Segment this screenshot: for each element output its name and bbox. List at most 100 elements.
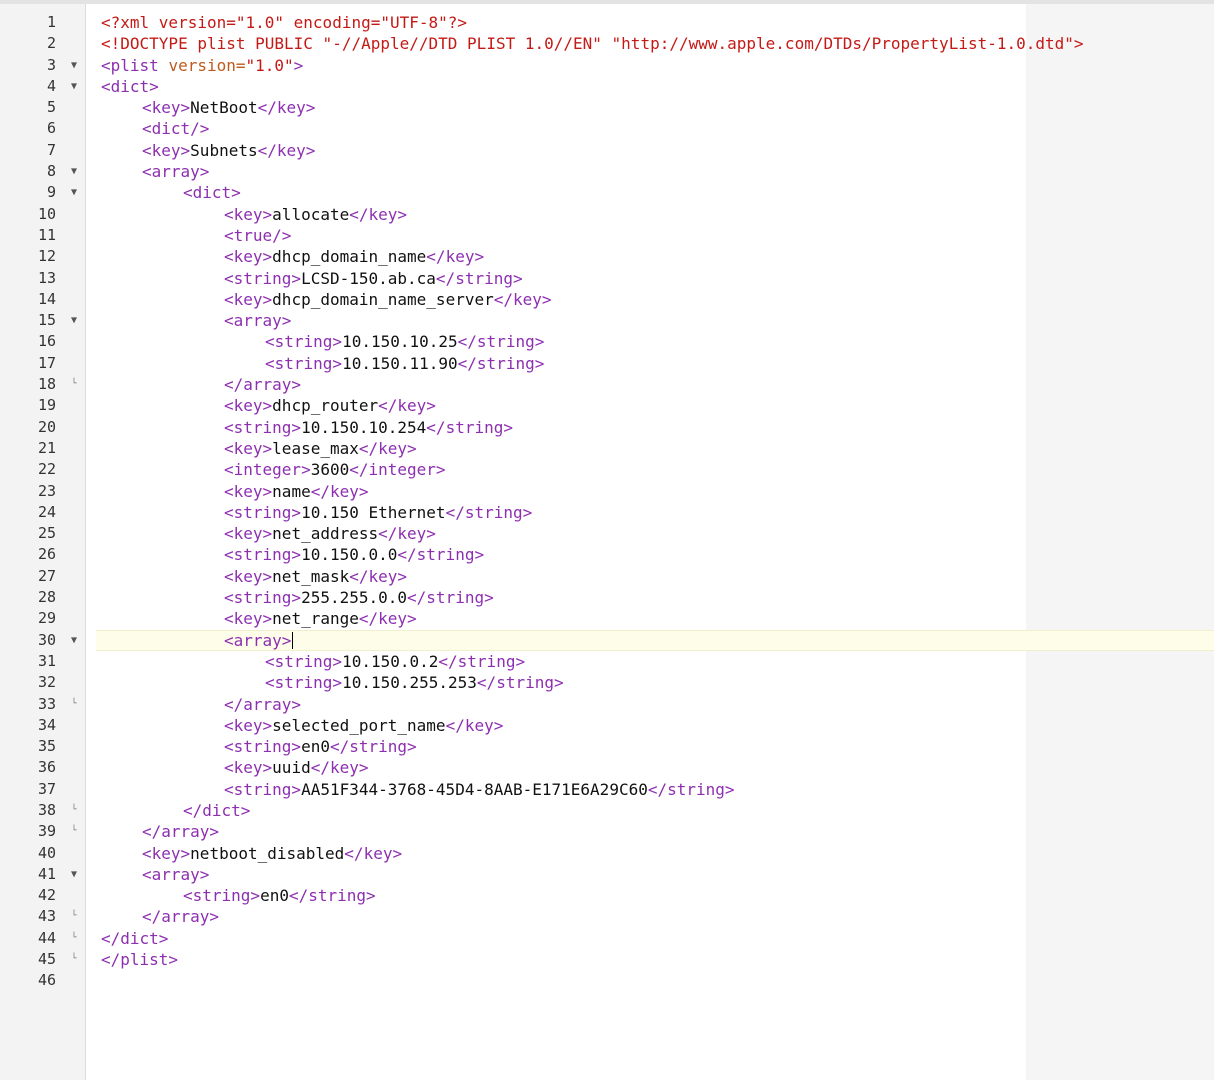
code-text[interactable]: <array>	[224, 310, 291, 331]
code-text[interactable]: <string>10.150 Ethernet</string>	[224, 502, 532, 523]
code-line[interactable]: 28 <string>255.255.0.0</string>	[0, 587, 1214, 608]
code-text[interactable]: <string>10.150.0.0</string>	[224, 544, 484, 565]
code-line[interactable]: 1 <?xml version="1.0" encoding="UTF-8"?>	[0, 12, 1214, 33]
fold-triangle-icon[interactable]: ▼	[66, 182, 82, 203]
code-line[interactable]: 16 <string>10.150.10.25</string>	[0, 331, 1214, 352]
code-text[interactable]: <string>AA51F344-3768-45D4-8AAB-E171E6A2…	[224, 779, 735, 800]
code-text[interactable]: <true/>	[224, 225, 291, 246]
code-text[interactable]: </dict>	[183, 800, 250, 821]
code-line[interactable]: 23 <key>name</key>	[0, 481, 1214, 502]
code-text[interactable]: <key>dhcp_router</key>	[224, 395, 436, 416]
code-line[interactable]: 43 └ </array>	[0, 906, 1214, 927]
code-text[interactable]: <dict>	[101, 76, 159, 97]
code-line[interactable]: 46	[0, 970, 1214, 991]
code-text[interactable]: <integer>3600</integer>	[224, 459, 446, 480]
code-text[interactable]: <string>LCSD-150.ab.ca</string>	[224, 268, 523, 289]
code-token: 10.150.0.0	[301, 545, 398, 565]
code-line[interactable]: 31 <string>10.150.0.2</string>	[0, 651, 1214, 672]
code-line[interactable]: 6 <dict/>	[0, 118, 1214, 139]
fold-triangle-icon[interactable]: ▼	[66, 55, 82, 76]
code-line[interactable]: 27 <key>net_mask</key>	[0, 566, 1214, 587]
code-text[interactable]: <key>selected_port_name</key>	[224, 715, 503, 736]
code-line[interactable]: 30 ▼ <array>	[0, 629, 1214, 652]
code-line[interactable]: 29 <key>net_range</key>	[0, 608, 1214, 629]
code-text[interactable]: <string>10.150.255.253</string>	[265, 672, 564, 693]
code-text[interactable]: <key>allocate</key>	[224, 204, 407, 225]
code-line[interactable]: 24 <string>10.150 Ethernet</string>	[0, 502, 1214, 523]
code-text[interactable]: <key>net_mask</key>	[224, 566, 407, 587]
code-text[interactable]: <key>Subnets</key>	[142, 140, 315, 161]
code-line[interactable]: 14 <key>dhcp_domain_name_server</key>	[0, 289, 1214, 310]
code-line[interactable]: 19 <key>dhcp_router</key>	[0, 395, 1214, 416]
code-text[interactable]: </dict>	[101, 928, 168, 949]
code-line[interactable]: 32 <string>10.150.255.253</string>	[0, 672, 1214, 693]
code-line[interactable]: 41 ▼ <array>	[0, 864, 1214, 885]
code-text[interactable]: <string>10.150.11.90</string>	[265, 353, 544, 374]
code-text[interactable]: <key>dhcp_domain_name</key>	[224, 246, 484, 267]
code-line[interactable]: 11 <true/>	[0, 225, 1214, 246]
code-text[interactable]: <!DOCTYPE plist PUBLIC "-//Apple//DTD PL…	[101, 33, 1084, 54]
code-line[interactable]: 34 <key>selected_port_name</key>	[0, 715, 1214, 736]
code-text[interactable]: <key>uuid</key>	[224, 757, 369, 778]
code-text[interactable]: </plist>	[101, 949, 178, 970]
code-line[interactable]: 44 └ </dict>	[0, 928, 1214, 949]
code-line[interactable]: 12 <key>dhcp_domain_name</key>	[0, 246, 1214, 267]
code-text[interactable]: <key>NetBoot</key>	[142, 97, 315, 118]
code-line[interactable]: 22 <integer>3600</integer>	[0, 459, 1214, 480]
code-line[interactable]: 38 └ </dict>	[0, 800, 1214, 821]
code-line[interactable]: 4 ▼ <dict>	[0, 76, 1214, 97]
code-line[interactable]: 20 <string>10.150.10.254</string>	[0, 417, 1214, 438]
code-line[interactable]: 13 <string>LCSD-150.ab.ca</string>	[0, 268, 1214, 289]
code-line[interactable]: 17 <string>10.150.11.90</string>	[0, 353, 1214, 374]
code-text[interactable]: </array>	[142, 906, 219, 927]
code-line[interactable]: 39 └ </array>	[0, 821, 1214, 842]
code-line[interactable]: 40 <key>netboot_disabled</key>	[0, 843, 1214, 864]
fold-triangle-icon[interactable]: ▼	[66, 76, 82, 97]
code-text[interactable]: <?xml version="1.0" encoding="UTF-8"?>	[101, 12, 467, 33]
code-text[interactable]: <array>	[142, 161, 209, 182]
code-text[interactable]: <string>10.150.0.2</string>	[265, 651, 525, 672]
fold-triangle-icon[interactable]: ▼	[66, 630, 82, 651]
code-text[interactable]: <key>net_range</key>	[224, 608, 417, 629]
code-text[interactable]: <key>netboot_disabled</key>	[142, 843, 402, 864]
code-text[interactable]: <key>lease_max</key>	[224, 438, 417, 459]
code-text[interactable]: </array>	[142, 821, 219, 842]
code-line[interactable]: 15 ▼ <array>	[0, 310, 1214, 331]
code-text[interactable]: <dict/>	[142, 118, 209, 139]
code-text[interactable]: <array>	[224, 630, 294, 651]
code-text[interactable]: </array>	[224, 694, 301, 715]
code-line[interactable]: 45 └ </plist>	[0, 949, 1214, 970]
code-text[interactable]: <key>name</key>	[224, 481, 369, 502]
code-text[interactable]: <key>net_address</key>	[224, 523, 436, 544]
code-line[interactable]: 36 <key>uuid</key>	[0, 757, 1214, 778]
code-line[interactable]: 8 ▼ <array>	[0, 161, 1214, 182]
code-line[interactable]: 7 <key>Subnets</key>	[0, 140, 1214, 161]
code-text[interactable]: <string>255.255.0.0</string>	[224, 587, 494, 608]
code-text[interactable]: <plist version="1.0">	[101, 55, 303, 76]
code-text[interactable]: <key>dhcp_domain_name_server</key>	[224, 289, 552, 310]
code-line[interactable]: 18 └ </array>	[0, 374, 1214, 395]
code-line[interactable]: 2 <!DOCTYPE plist PUBLIC "-//Apple//DTD P…	[0, 33, 1214, 54]
code-text[interactable]: <array>	[142, 864, 209, 885]
code-line[interactable]: 37 <string>AA51F344-3768-45D4-8AAB-E171E6…	[0, 779, 1214, 800]
code-line[interactable]: 10 <key>allocate</key>	[0, 204, 1214, 225]
code-line[interactable]: 21 <key>lease_max</key>	[0, 438, 1214, 459]
code-line[interactable]: 5 <key>NetBoot</key>	[0, 97, 1214, 118]
code-line[interactable]: 9 ▼ <dict>	[0, 182, 1214, 203]
code-editor[interactable]: 1 <?xml version="1.0" encoding="UTF-8"?> 2…	[0, 12, 1214, 992]
code-text[interactable]: <string>en0</string>	[224, 736, 417, 757]
fold-triangle-icon[interactable]: ▼	[66, 310, 82, 331]
code-line[interactable]: 26 <string>10.150.0.0</string>	[0, 544, 1214, 565]
code-line[interactable]: 33 └ </array>	[0, 694, 1214, 715]
code-text[interactable]: </array>	[224, 374, 301, 395]
code-text[interactable]: <string>en0</string>	[183, 885, 376, 906]
fold-triangle-icon[interactable]: ▼	[66, 864, 82, 885]
code-text[interactable]: <string>10.150.10.25</string>	[265, 331, 544, 352]
code-text[interactable]: <string>10.150.10.254</string>	[224, 417, 513, 438]
code-text[interactable]: <dict>	[183, 182, 241, 203]
code-line[interactable]: 3 ▼ <plist version="1.0">	[0, 55, 1214, 76]
code-line[interactable]: 42 <string>en0</string>	[0, 885, 1214, 906]
code-line[interactable]: 35 <string>en0</string>	[0, 736, 1214, 757]
code-line[interactable]: 25 <key>net_address</key>	[0, 523, 1214, 544]
fold-triangle-icon[interactable]: ▼	[66, 161, 82, 182]
